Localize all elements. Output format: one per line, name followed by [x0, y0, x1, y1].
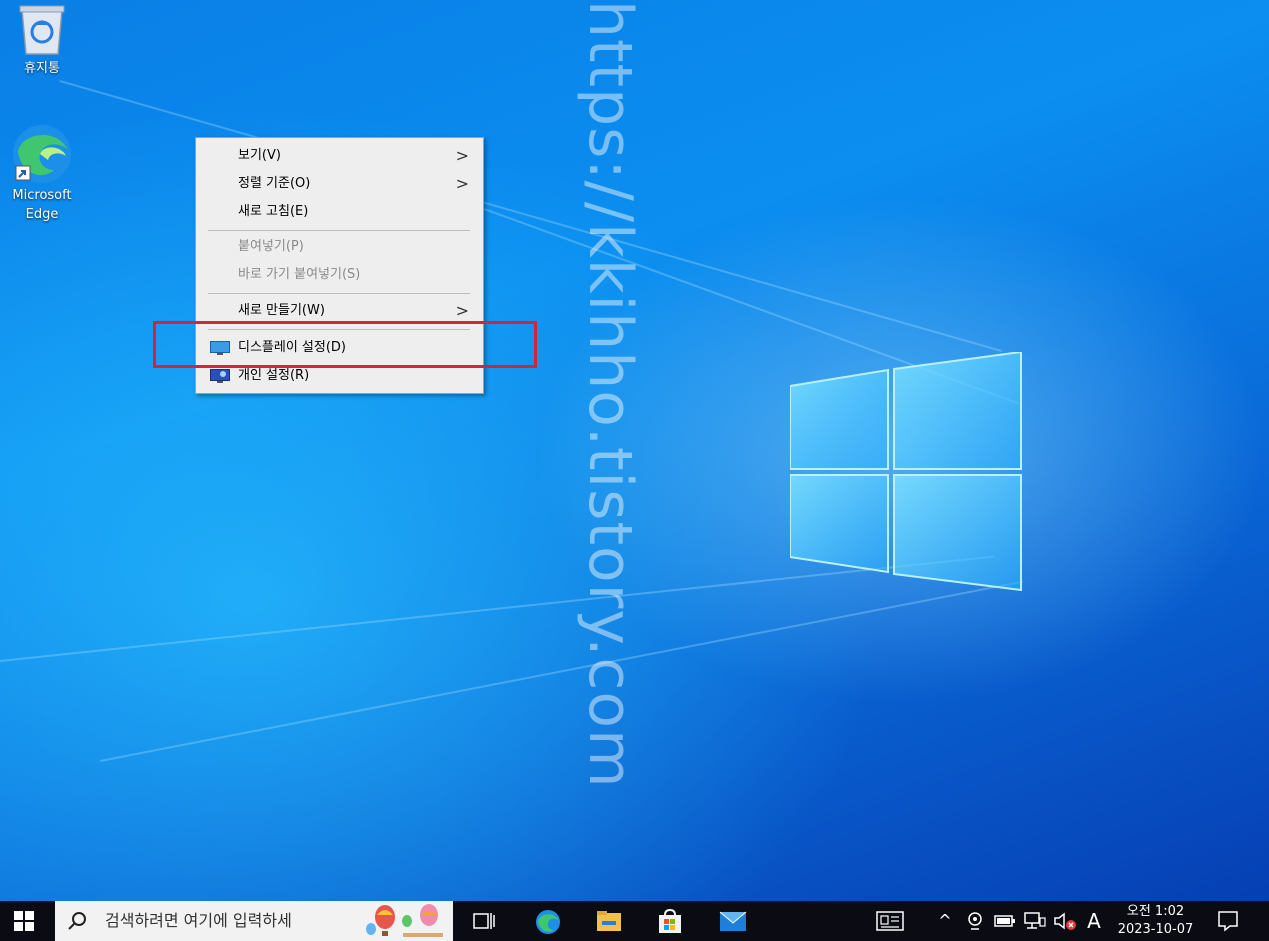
volume-muted-icon — [1054, 912, 1076, 930]
task-view-button[interactable] — [460, 901, 508, 941]
menu-item-sort-by[interactable]: 정렬 기준(O) > — [198, 171, 481, 197]
battery-icon — [994, 915, 1015, 927]
menu-item-label: 새로 고침(E) — [238, 204, 309, 219]
menu-separator — [208, 230, 470, 231]
clock[interactable]: 오전 1:02 2023-10-07 — [1108, 903, 1203, 939]
clock-date: 2023-10-07 — [1117, 922, 1194, 937]
battery-button[interactable] — [992, 901, 1018, 941]
menu-item-label: 바로 가기 붙여넣기(S) — [238, 267, 361, 282]
chevron-right-icon: > — [455, 174, 469, 193]
menu-item-view[interactable]: 보기(V) > — [198, 143, 481, 169]
edge-icon — [536, 910, 560, 934]
notification-icon — [1218, 911, 1238, 932]
volume-button[interactable] — [1052, 901, 1078, 941]
start-button[interactable] — [0, 901, 48, 941]
desktop[interactable]: 휴지통 Microsoft Edge https://kkihho.tistor… — [0, 0, 1269, 901]
notification-center-button[interactable] — [1216, 909, 1246, 935]
edge-icon — [13, 125, 71, 183]
store-icon — [659, 909, 681, 933]
menu-item-paste[interactable]: 붙여넣기(P) — [198, 234, 481, 260]
search-placeholder: 검색하려면 여기에 입력하세 — [105, 911, 292, 930]
hot-air-balloons-icon — [366, 904, 443, 937]
taskbar-edge-button[interactable] — [523, 901, 571, 941]
menu-item-label: 새로 만들기(W) — [238, 303, 325, 318]
windows-start-icon — [14, 911, 34, 931]
taskbar-store-button[interactable] — [645, 901, 693, 941]
input-indicator[interactable]: A — [1082, 901, 1106, 941]
search-icon — [68, 912, 86, 930]
show-hidden-icons-button[interactable]: ^ — [934, 901, 956, 941]
personalize-icon — [210, 369, 230, 383]
news-widget-button[interactable] — [872, 901, 908, 941]
menu-item-label: 개인 설정(R) — [238, 368, 310, 383]
watermark-text: https://kkihho.tistory.com — [575, 0, 645, 789]
mail-icon — [719, 911, 747, 931]
recycle-bin-shortcut[interactable]: 휴지통 — [4, 2, 80, 78]
recycle-bin-label: 휴지통 — [24, 61, 60, 76]
search-box[interactable]: 검색하려면 여기에 입력하세 — [55, 901, 453, 941]
news-icon — [876, 911, 904, 931]
windows-logo — [789, 350, 1022, 592]
taskbar: 검색하려면 여기에 입력하세 ^ A 오전 1:02 2023-10-07 — [0, 901, 1269, 941]
task-view-icon — [473, 913, 495, 929]
edge-label: Microsoft Edge — [12, 188, 72, 222]
edge-shortcut[interactable]: Microsoft Edge — [4, 122, 80, 224]
recycle-bin-icon — [19, 5, 65, 55]
menu-item-paste-shortcut[interactable]: 바로 가기 붙여넣기(S) — [198, 262, 481, 288]
menu-item-label: 붙여넣기(P) — [238, 239, 304, 254]
taskbar-file-explorer-button[interactable] — [584, 901, 632, 941]
network-wired-icon — [1024, 912, 1046, 929]
network-button[interactable] — [1022, 901, 1048, 941]
file-explorer-icon — [597, 911, 621, 931]
menu-item-label: 정렬 기준(O) — [238, 176, 311, 191]
menu-item-label: 보기(V) — [238, 148, 281, 163]
webcam-icon — [968, 912, 982, 930]
taskbar-mail-button[interactable] — [707, 901, 755, 941]
clock-time: 오전 1:02 — [1126, 904, 1185, 919]
highlight-box — [153, 321, 537, 368]
wallpaper-beam — [100, 580, 1024, 762]
menu-item-refresh[interactable]: 새로 고침(E) — [198, 199, 481, 225]
menu-separator — [208, 293, 470, 294]
chevron-right-icon: > — [455, 146, 469, 165]
tray-app-button[interactable] — [962, 901, 988, 941]
